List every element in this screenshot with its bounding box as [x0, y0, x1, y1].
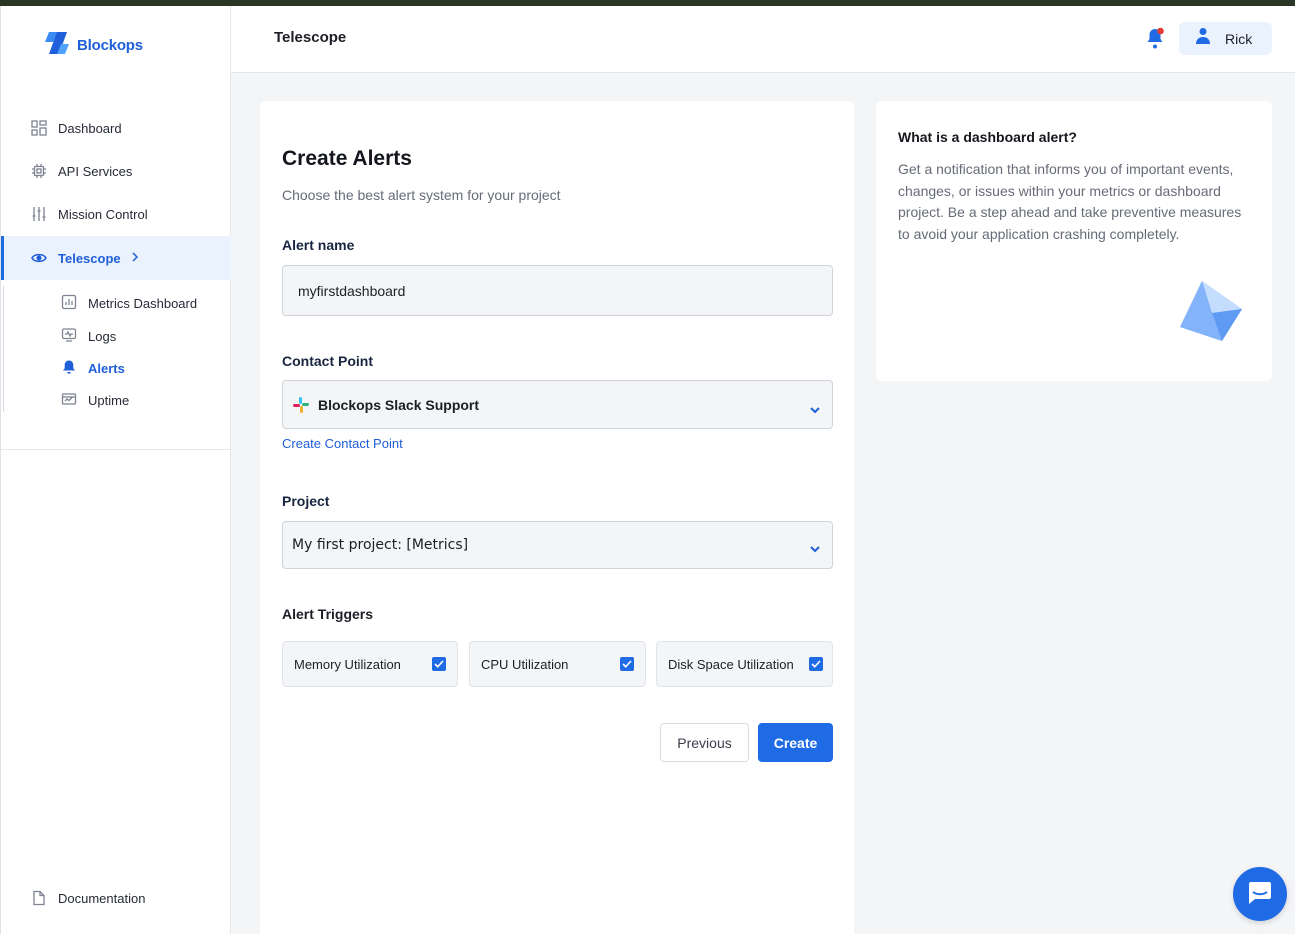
sidebar-subitem-logs[interactable]: Logs	[61, 326, 116, 346]
checkbox-checked[interactable]	[620, 657, 634, 671]
chevron-down-icon	[809, 541, 821, 553]
slack-icon	[292, 396, 310, 414]
trigger-memory-utilization[interactable]: Memory Utilization	[282, 641, 458, 687]
bar-chart-icon	[61, 294, 77, 313]
sidebar-item-label: Mission Control	[58, 206, 148, 222]
sidebar-subitem-label: Logs	[88, 328, 117, 344]
user-menu[interactable]: Rick	[1179, 22, 1272, 55]
monitor-icon	[61, 327, 77, 346]
chat-bubble-icon	[1246, 879, 1274, 910]
uptime-icon	[61, 391, 77, 410]
info-card: What is a dashboard alert? Get a notific…	[876, 101, 1272, 381]
sidebar-subitem-metrics-dashboard[interactable]: Metrics Dashboard	[61, 293, 197, 313]
sidebar-subitem-label: Uptime	[88, 392, 130, 408]
create-alert-form: Create Alerts Choose the best alert syst…	[260, 101, 854, 934]
create-button[interactable]: Create	[758, 723, 833, 762]
sidebar: Blockops Dashboard API Services Mission …	[0, 6, 231, 934]
notification-bell-icon	[1144, 27, 1168, 56]
project-label: Project	[282, 493, 330, 509]
sidebar-subitem-label: Alerts	[88, 360, 125, 376]
submenu-rail	[3, 286, 4, 412]
user-avatar-icon	[1195, 27, 1211, 50]
notifications-button[interactable]	[1144, 26, 1168, 52]
user-name: Rick	[1225, 30, 1253, 47]
trigger-label: CPU Utilization	[481, 656, 569, 672]
sidebar-item-telescope[interactable]: Telescope	[1, 236, 231, 280]
sidebar-item-label: Telescope	[58, 250, 121, 266]
bell-icon	[61, 359, 77, 378]
sidebar-subitem-uptime[interactable]: Uptime	[61, 390, 129, 410]
sidebar-item-api-services[interactable]: API Services	[1, 153, 231, 189]
brand-name: Blockops	[77, 37, 143, 54]
chat-support-button[interactable]	[1233, 867, 1287, 921]
sidebar-item-label: Dashboard	[58, 120, 122, 136]
alert-triggers-label: Alert Triggers	[282, 606, 374, 622]
form-subtitle: Choose the best alert system for your pr…	[282, 187, 561, 203]
trigger-label: Memory Utilization	[294, 656, 401, 672]
checkbox-checked[interactable]	[809, 657, 823, 671]
sidebar-item-label: Documentation	[58, 890, 146, 906]
sidebar-item-dashboard[interactable]: Dashboard	[1, 110, 231, 146]
trigger-label: Disk Space Utilization	[668, 656, 794, 672]
grid-icon	[31, 120, 47, 136]
trigger-disk-space-utilization[interactable]: Disk Space Utilization	[656, 641, 833, 687]
sidebar-item-mission-control[interactable]: Mission Control	[1, 196, 231, 232]
alert-name-label: Alert name	[282, 237, 355, 253]
cube-illustration-icon	[1172, 279, 1244, 345]
project-select[interactable]: My first project: [Metrics]	[282, 521, 833, 569]
trigger-cpu-utilization[interactable]: CPU Utilization	[469, 641, 646, 687]
checkbox-checked[interactable]	[432, 657, 446, 671]
chevron-down-icon	[809, 401, 821, 413]
sidebar-subitem-label: Metrics Dashboard	[88, 295, 198, 311]
create-contact-point-link[interactable]: Create Contact Point	[282, 436, 403, 451]
top-header: Telescope Rick	[231, 6, 1295, 73]
sidebar-item-label: API Services	[58, 163, 133, 179]
sidebar-divider	[1, 449, 231, 450]
sidebar-item-documentation[interactable]: Documentation	[1, 880, 231, 916]
eye-icon	[31, 250, 47, 266]
form-title: Create Alerts	[282, 147, 412, 170]
chip-icon	[31, 163, 47, 179]
previous-button[interactable]: Previous	[660, 723, 749, 762]
info-title: What is a dashboard alert?	[898, 129, 1077, 145]
info-body: Get a notification that informs you of i…	[898, 161, 1242, 242]
contact-point-value: Blockops Slack Support	[318, 396, 480, 413]
sidebar-subitem-alerts[interactable]: Alerts	[61, 358, 125, 378]
sliders-icon	[31, 206, 47, 222]
document-icon	[31, 890, 47, 906]
contact-point-label: Contact Point	[282, 353, 373, 369]
project-value: My first project: [Metrics]	[292, 537, 469, 553]
alert-name-input[interactable]: myfirstdashboard	[282, 265, 833, 316]
contact-point-select[interactable]: Blockops Slack Support	[282, 380, 833, 429]
blockops-logo-icon	[43, 30, 71, 61]
brand-logo[interactable]: Blockops	[43, 30, 143, 61]
chevron-right-icon	[130, 251, 140, 266]
page-title: Telescope	[274, 29, 347, 46]
alert-name-value: myfirstdashboard	[298, 282, 406, 299]
